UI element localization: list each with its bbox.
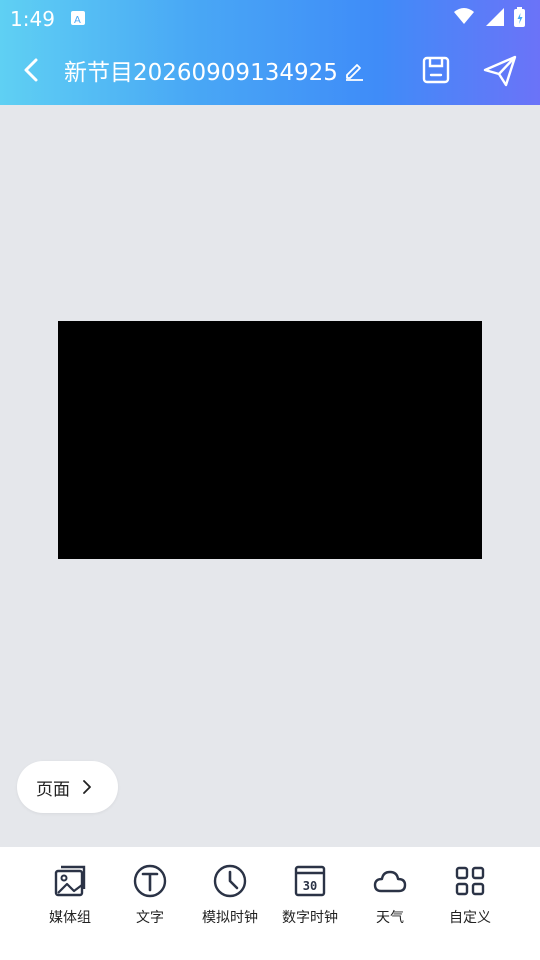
program-title: 新节目20260909134925	[64, 60, 338, 86]
svg-text:30: 30	[303, 879, 317, 893]
display-screen-preview[interactable]	[58, 321, 482, 559]
image-gallery-icon	[54, 865, 86, 897]
battery-icon	[514, 7, 525, 27]
pencil-icon	[345, 64, 363, 81]
tool-label: 文字	[136, 910, 164, 926]
tool-custom[interactable]: 自定义	[430, 863, 510, 933]
cellular-signal-icon	[486, 8, 504, 26]
app-bar: 新节目20260909134925	[0, 40, 540, 100]
digital-clock-icon: 30	[294, 865, 326, 897]
status-icons	[452, 6, 532, 30]
widget-toolbar: 媒体组 文字 模拟时钟 30 数字时钟 天气 自定义	[0, 847, 540, 960]
svg-text:A: A	[74, 15, 81, 26]
top-header: 1:49 A 新节目20260909134925	[0, 0, 540, 105]
publish-send-button[interactable]	[482, 54, 518, 88]
title-area: 新节目20260909134925	[64, 54, 366, 86]
tool-label: 天气	[376, 910, 404, 926]
page-button[interactable]: 页面	[17, 761, 118, 813]
wifi-icon	[454, 8, 474, 24]
edit-title-button[interactable]	[342, 58, 366, 82]
back-button[interactable]	[16, 52, 48, 88]
send-paper-plane-icon	[483, 55, 517, 87]
chevron-left-icon	[24, 58, 38, 82]
tool-label: 媒体组	[49, 910, 91, 926]
weather-cloud-icon	[373, 870, 407, 893]
page-button-label: 页面	[36, 779, 70, 800]
tool-analog-clock[interactable]: 模拟时钟	[190, 863, 270, 933]
program-canvas: 页面	[0, 105, 540, 847]
tool-text[interactable]: 文字	[110, 863, 190, 933]
save-icon	[422, 56, 450, 84]
tool-label: 数字时钟	[282, 910, 338, 926]
text-icon	[133, 864, 167, 898]
save-button[interactable]	[420, 54, 452, 86]
status-time: 1:49	[10, 7, 55, 31]
analog-clock-icon	[213, 864, 247, 898]
tool-weather[interactable]: 天气	[350, 863, 430, 933]
chevron-right-icon	[83, 780, 91, 794]
grid-icon	[455, 866, 485, 896]
tool-media-group[interactable]: 媒体组	[30, 863, 110, 933]
app-notification-icon: A	[71, 11, 85, 26]
tool-digital-clock[interactable]: 30 数字时钟	[270, 863, 350, 933]
tool-label: 模拟时钟	[202, 910, 258, 926]
status-bar: 1:49 A	[0, 0, 540, 36]
tool-label: 自定义	[449, 910, 491, 926]
